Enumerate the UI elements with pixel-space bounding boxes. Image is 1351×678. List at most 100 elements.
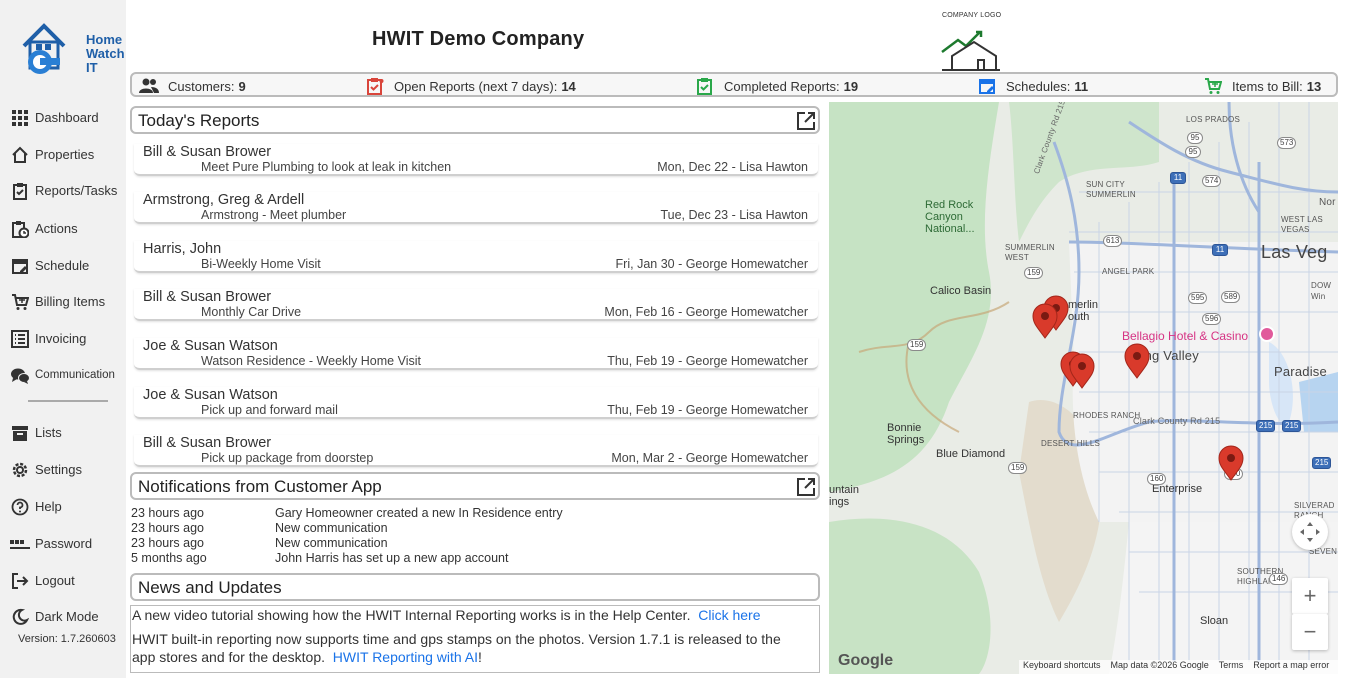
grid-icon: [10, 109, 30, 127]
home-watch-it-logo[interactable]: Home Watch IT: [20, 20, 125, 76]
sidebar-item-label: Communication: [35, 369, 115, 381]
stat-completed-reports[interactable]: Completed Reports: 19: [694, 77, 858, 95]
report-item[interactable]: Joe & Susan Watson Pick up and forward m…: [134, 387, 818, 419]
calendar-edit-icon: [10, 257, 30, 275]
report-date-assignee: Thu, Feb 19 - George Homewatcher: [607, 403, 808, 417]
notification-time: 23 hours ago: [131, 536, 204, 550]
route-shield: 574: [1202, 175, 1222, 187]
sidebar-item-schedule[interactable]: Schedule: [0, 252, 126, 280]
ai-reporting-link[interactable]: HWIT Reporting with AI: [333, 649, 478, 665]
report-client: Bill & Susan Brower: [143, 435, 272, 451]
report-item[interactable]: Joe & Susan Watson Watson Residence - We…: [134, 338, 818, 370]
panel-title: News and Updates: [138, 578, 282, 597]
map-label-sloan: Sloan: [1200, 615, 1229, 627]
cart-icon: [1202, 77, 1224, 95]
company-logo-caption: COMPANY LOGO: [942, 12, 1002, 19]
report-task: Watson Residence - Weekly Home Visit: [201, 354, 421, 368]
map-label-bonnie-springs: Bonnie Springs: [887, 422, 925, 446]
map-label-las-vegas: Las Veg: [1261, 242, 1328, 262]
sidebar-item-label: Dashboard: [35, 110, 99, 125]
map-tiles: [829, 102, 1338, 674]
sidebar-item-dark-mode[interactable]: Dark Mode: [0, 603, 126, 631]
sidebar-item-billing-items[interactable]: Billing Items: [0, 288, 126, 316]
sidebar-item-properties[interactable]: Properties: [0, 141, 126, 169]
route-shield: 596: [1202, 313, 1222, 325]
keyboard-shortcuts-link[interactable]: Keyboard shortcuts: [1023, 660, 1101, 674]
stat-value: 11: [1074, 78, 1089, 94]
sidebar-item-actions[interactable]: Actions: [0, 215, 126, 243]
sidebar-item-label: Actions: [35, 221, 78, 236]
map-label-mountain-springs: untain ings: [829, 484, 859, 508]
sidebar-item-label: Billing Items: [35, 294, 106, 309]
recenter-button[interactable]: [1292, 514, 1328, 550]
map-label-spring-valley: ring Valley: [1137, 348, 1199, 363]
open-external-icon[interactable]: [796, 111, 816, 131]
report-item[interactable]: Harris, John Bi-Weekly Home Visit Fri, J…: [134, 241, 818, 273]
zoom-in-button[interactable]: +: [1292, 578, 1328, 614]
terms-link[interactable]: Terms: [1219, 660, 1244, 674]
report-task: Meet Pure Plumbing to look at leak in ki…: [201, 160, 452, 174]
report-client: Joe & Susan Watson: [143, 387, 278, 403]
stat-label: Completed Reports:: [724, 78, 840, 94]
google-logo: Google: [838, 652, 894, 669]
route-shield: 573: [1277, 137, 1297, 149]
sidebar-item-logout[interactable]: Logout: [0, 567, 126, 595]
map-label-red-rock: Red Rock Canyon National...: [925, 199, 975, 235]
report-date-assignee: Fri, Jan 30 - George Homewatcher: [615, 257, 808, 271]
notifications-header: Notifications from Customer App: [130, 472, 820, 500]
sidebar-item-label: Help: [35, 499, 62, 514]
report-date-assignee: Mon, Mar 2 - George Homewatcher: [611, 451, 808, 465]
report-item[interactable]: Bill & Susan Brower Pick up package from…: [134, 435, 818, 467]
house-icon: [10, 146, 30, 164]
stat-items-to-bill[interactable]: Items to Bill: 13: [1202, 77, 1321, 95]
sidebar-item-invoicing[interactable]: Invoicing: [0, 325, 126, 353]
zoom-out-button[interactable]: −: [1292, 614, 1328, 650]
news-line: A new video tutorial showing how the HWI…: [132, 607, 761, 623]
route-shield: 160: [1147, 473, 1167, 485]
route-shield: 11: [1212, 244, 1228, 256]
report-client: Bill & Susan Brower: [143, 144, 272, 160]
open-external-icon[interactable]: [796, 477, 816, 497]
people-icon: [138, 77, 160, 95]
report-item[interactable]: Armstrong, Greg & Ardell Armstrong - Mee…: [134, 192, 818, 224]
list-icon: [10, 330, 30, 348]
report-item[interactable]: Bill & Susan Brower Monthly Car Drive Mo…: [134, 289, 818, 321]
route-shield: 613: [1103, 235, 1123, 247]
stat-schedules[interactable]: Schedules: 11: [976, 77, 1088, 95]
hotel-poi-icon: [1259, 326, 1275, 342]
company-name: HWIT Demo Company: [372, 28, 585, 50]
map[interactable]: Las Veg Paradise ring Valley Enterprise …: [829, 102, 1338, 674]
sidebar: Home Watch IT Dashboard Properties Repor…: [0, 0, 126, 678]
logo-text: Home Watch IT: [86, 32, 125, 75]
report-map-error-link[interactable]: Report a map error: [1253, 660, 1329, 674]
stat-label: Customers:: [168, 78, 235, 94]
route-shield: 159: [1024, 267, 1044, 279]
sidebar-item-label: Dark Mode: [35, 609, 99, 624]
map-label-angel-park: ANGEL PARK: [1102, 267, 1155, 276]
sidebar-item-lists[interactable]: Lists: [0, 419, 126, 447]
todays-reports-header: Today's Reports: [130, 106, 820, 134]
panel-title: Notifications from Customer App: [138, 477, 382, 496]
stat-customers[interactable]: Customers: 9: [138, 77, 246, 95]
sidebar-item-reports-tasks[interactable]: Reports/Tasks: [0, 177, 126, 205]
stat-open-reports[interactable]: Open Reports (next 7 days): 14: [364, 77, 576, 95]
report-task: Armstrong - Meet plumber: [201, 208, 347, 222]
map-label-nor: Nor: [1319, 197, 1336, 208]
map-data-attribution: Map data ©2026 Google: [1110, 660, 1209, 670]
sidebar-item-dashboard[interactable]: Dashboard: [0, 104, 126, 132]
route-shield: 160: [1224, 468, 1244, 480]
sidebar-item-password[interactable]: Password: [0, 530, 126, 558]
route-shield: 159: [907, 339, 927, 351]
help-center-link[interactable]: Click here: [698, 607, 760, 623]
sidebar-item-communication[interactable]: Communication: [0, 362, 126, 390]
report-client: Harris, John: [143, 241, 222, 257]
route-shield: 159: [1008, 462, 1028, 474]
route-shield: 95: [1185, 146, 1201, 158]
news-line: app stores and for the desktop. HWIT Rep…: [132, 649, 482, 665]
map-label-summerlin-west: SUMMERLIN WEST: [1005, 243, 1055, 262]
report-item[interactable]: Bill & Susan Brower Meet Pure Plumbing t…: [134, 144, 818, 176]
map-footer: Keyboard shortcuts Map data ©2026 Google…: [1019, 660, 1338, 674]
sidebar-item-help[interactable]: Help: [0, 493, 126, 521]
sidebar-item-settings[interactable]: Settings: [0, 456, 126, 484]
sidebar-item-label: Invoicing: [35, 331, 87, 346]
